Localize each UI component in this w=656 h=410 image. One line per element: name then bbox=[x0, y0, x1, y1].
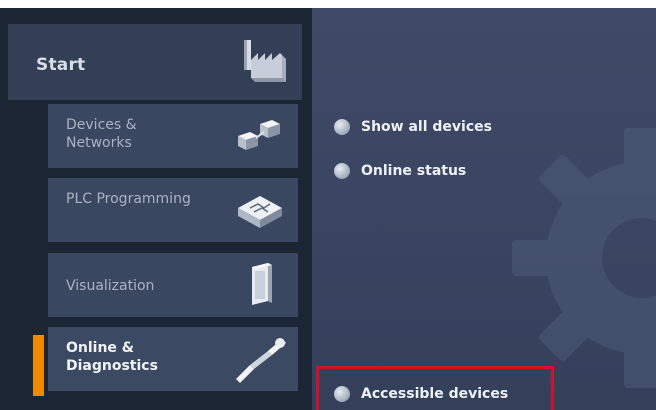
plc-programming-icon bbox=[238, 196, 282, 228]
nav-devices-networks-label: Devices & Networks bbox=[66, 117, 137, 151]
active-nav-marker bbox=[33, 335, 44, 396]
nav-devices-networks[interactable]: Devices & Networks bbox=[48, 104, 298, 168]
nav-online-diagnostics[interactable]: Online & Diagnostics bbox=[48, 327, 298, 391]
show-all-devices-label: Show all devices bbox=[361, 119, 492, 135]
gear-watermark-icon bbox=[512, 128, 656, 388]
online-diagnostics-icon bbox=[236, 338, 286, 383]
nav-visualization-label: Visualization bbox=[66, 278, 155, 294]
portal-navigation: Start Devices & Networks PLC Programming bbox=[0, 8, 312, 410]
nav-plc-programming[interactable]: PLC Programming bbox=[48, 178, 298, 242]
nav-plc-programming-label: PLC Programming bbox=[66, 191, 191, 207]
devices-networks-icon bbox=[238, 120, 280, 150]
start-label: Start bbox=[36, 55, 86, 75]
accessible-devices-link[interactable]: Accessible devices bbox=[334, 381, 508, 407]
visualization-icon bbox=[252, 263, 272, 305]
online-status-bullet-icon bbox=[334, 163, 350, 179]
online-status-label: Online status bbox=[361, 163, 467, 179]
online-status-link[interactable]: Online status bbox=[334, 158, 466, 184]
show-all-devices-bullet-icon bbox=[334, 119, 350, 135]
show-all-devices-link[interactable]: Show all devices bbox=[334, 114, 492, 140]
nav-online-diagnostics-label: Online & Diagnostics bbox=[66, 340, 158, 374]
accessible-devices-label: Accessible devices bbox=[361, 386, 509, 402]
start-factory-icon bbox=[244, 40, 286, 82]
nav-visualization[interactable]: Visualization bbox=[48, 253, 298, 317]
action-panel: Show all devices Online status Accessibl… bbox=[312, 8, 656, 410]
accessible-devices-bullet-icon bbox=[334, 386, 350, 402]
start-portal-button[interactable]: Start bbox=[8, 24, 302, 100]
